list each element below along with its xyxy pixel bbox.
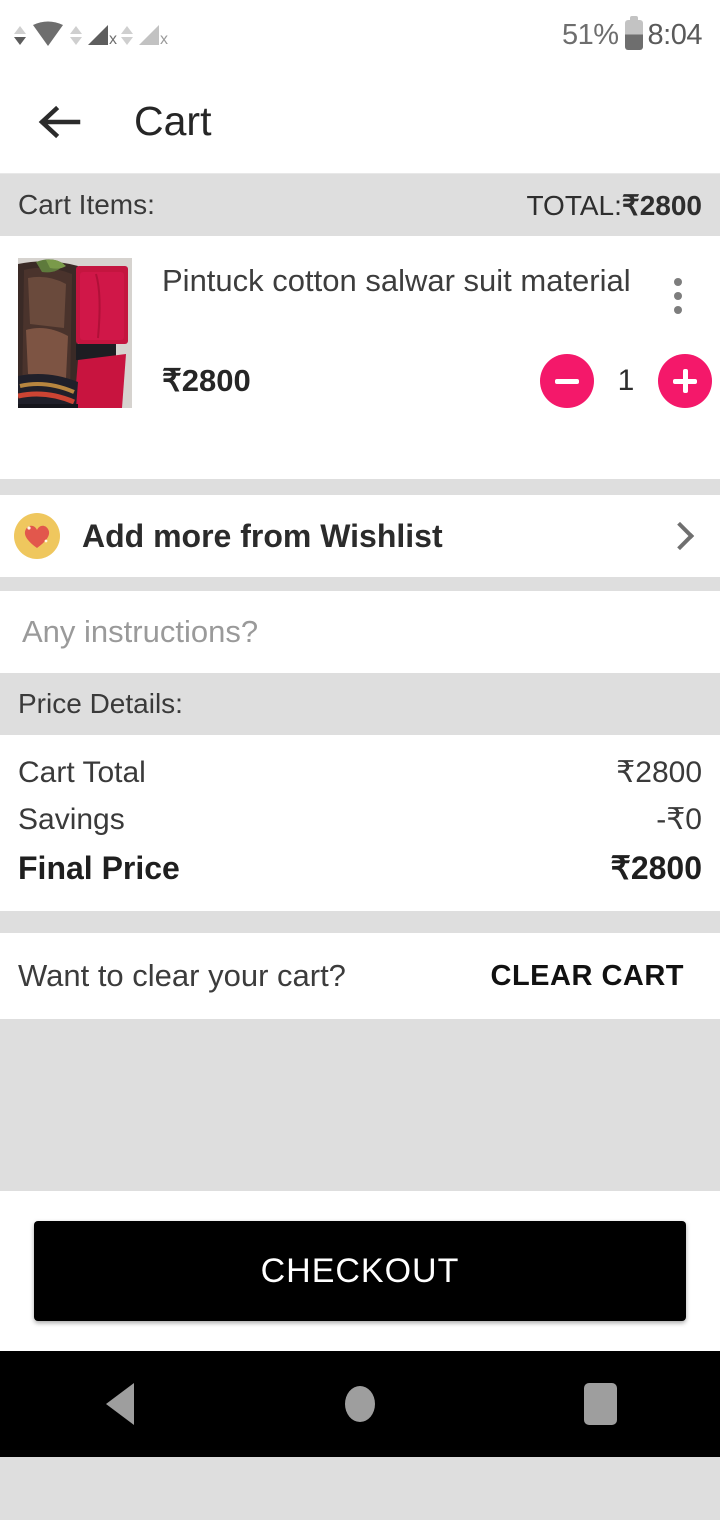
price-row: Savings -₹0 — [18, 796, 702, 843]
final-price-value: ₹2800 — [610, 850, 702, 886]
decrease-quantity-button[interactable] — [540, 354, 594, 408]
nav-back-button[interactable] — [60, 1351, 180, 1457]
nav-recents-button[interactable] — [540, 1351, 660, 1457]
total-prefix: TOTAL: — [526, 189, 622, 221]
price-row: Cart Total ₹2800 — [18, 749, 702, 796]
product-price: ₹2800 — [162, 363, 251, 398]
total-value: ₹2800 — [621, 189, 702, 221]
product-thumbnail[interactable] — [18, 258, 132, 408]
divider — [0, 479, 720, 495]
quantity-value: 1 — [617, 364, 635, 397]
nav-home-button[interactable] — [300, 1351, 420, 1457]
divider — [0, 911, 720, 933]
wifi-icon — [31, 20, 65, 51]
cart-items-header: Cart Items: TOTAL:₹2800 — [0, 174, 720, 236]
cart-total-badge: TOTAL:₹2800 — [526, 189, 702, 222]
instructions-card — [0, 591, 720, 673]
status-bar-icons: x x — [14, 20, 169, 51]
checkout-bar: CHECKOUT — [0, 1191, 720, 1351]
clock: 8:04 — [647, 18, 703, 51]
signal-no-sim-icon: x — [137, 23, 168, 48]
battery-percent: 51% — [562, 18, 619, 51]
clear-cart-button[interactable]: CLEAR CART — [491, 960, 685, 993]
final-price-row: Final Price ₹2800 — [18, 843, 702, 893]
checkout-button[interactable]: CHECKOUT — [34, 1221, 686, 1321]
android-nav-bar — [0, 1351, 720, 1457]
price-details-card: Cart Total ₹2800 Savings -₹0 Final Price… — [0, 735, 720, 911]
arrows-up-down-icon — [14, 25, 26, 45]
price-details-label: Price Details: — [18, 688, 183, 719]
clear-cart-question: Want to clear your cart? — [18, 958, 346, 993]
back-arrow-icon[interactable] — [36, 99, 82, 145]
heart-icon — [14, 513, 60, 559]
signal-no-sim-icon: x — [86, 23, 117, 48]
arrows-up-down-icon — [70, 25, 82, 45]
price-row-value: ₹2800 — [616, 756, 702, 789]
price-row-value: -₹0 — [656, 803, 702, 836]
cart-screen: x x 51% 8:04 Cart Cart Items: TOTAL:₹280 — [0, 0, 720, 1520]
product-name: Pintuck cotton salwar suit material — [162, 263, 631, 298]
add-from-wishlist-row[interactable]: Add more from Wishlist — [0, 495, 720, 577]
instructions-input[interactable] — [22, 614, 698, 650]
chevron-right-icon[interactable] — [665, 521, 695, 551]
final-price-label: Final Price — [18, 850, 180, 886]
wishlist-label: Add more from Wishlist — [82, 517, 443, 554]
arrows-up-down-icon — [121, 25, 133, 45]
status-bar-right: 51% 8:04 — [562, 16, 703, 52]
clear-cart-card: Want to clear your cart? CLEAR CART — [0, 933, 720, 1019]
status-bar: x x 51% 8:04 — [0, 0, 720, 70]
price-details-header: Price Details: — [0, 673, 720, 735]
cart-items-label: Cart Items: — [18, 189, 155, 220]
divider — [0, 577, 720, 591]
app-bar: Cart — [0, 70, 720, 174]
price-row-label: Savings — [18, 803, 125, 836]
increase-quantity-button[interactable] — [658, 354, 712, 408]
price-row-label: Cart Total — [18, 756, 146, 789]
more-options-icon[interactable] — [670, 274, 686, 318]
battery-icon — [624, 16, 643, 50]
empty-space — [0, 1019, 720, 1191]
page-title: Cart — [134, 98, 212, 144]
quantity-stepper: 1 — [540, 354, 712, 408]
cart-item-card: Pintuck cotton salwar suit material ₹280… — [0, 236, 720, 479]
